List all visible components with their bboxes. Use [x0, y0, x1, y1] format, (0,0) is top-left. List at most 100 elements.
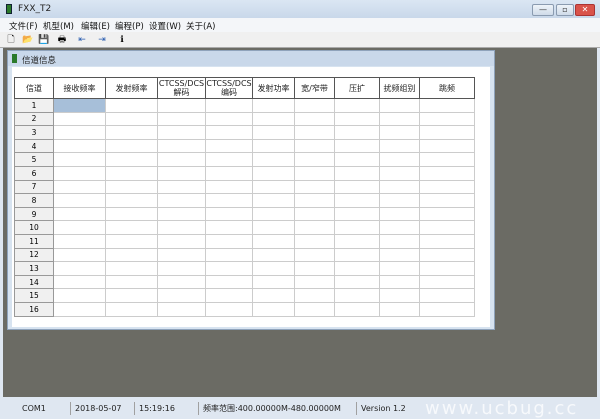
grid-cell[interactable] [205, 220, 253, 235]
grid-cell[interactable] [379, 261, 420, 276]
grid-cell[interactable] [294, 301, 335, 317]
grid-cell[interactable] [157, 220, 206, 235]
row-number[interactable]: 10 [14, 220, 54, 235]
grid-cell[interactable] [252, 138, 295, 154]
row-number[interactable]: 5 [14, 152, 54, 167]
grid-cell[interactable] [157, 233, 206, 249]
grid-cell[interactable] [157, 193, 206, 208]
grid-cell[interactable] [53, 111, 106, 127]
grid-cell[interactable] [379, 288, 420, 303]
minimize-button[interactable]: — [532, 4, 554, 16]
row-number[interactable]: 15 [14, 288, 54, 303]
grid-cell[interactable] [105, 274, 158, 290]
grid-cell[interactable] [379, 98, 420, 113]
grid-cell[interactable] [157, 301, 206, 317]
column-header[interactable]: 跳频 [419, 77, 475, 99]
grid-cell[interactable] [157, 274, 206, 290]
grid-cell[interactable] [419, 152, 475, 167]
grid-cell[interactable] [105, 165, 158, 181]
row-number[interactable]: 3 [14, 125, 54, 140]
row-number[interactable]: 12 [14, 247, 54, 263]
grid-cell[interactable] [379, 220, 420, 235]
grid-cell[interactable] [334, 288, 380, 303]
grid-cell[interactable] [294, 179, 335, 195]
grid-cell[interactable] [53, 301, 106, 317]
grid-cell[interactable] [252, 165, 295, 181]
grid-cell[interactable] [419, 165, 475, 181]
write-icon[interactable]: ⇥ [97, 35, 107, 45]
grid-cell[interactable] [205, 152, 253, 167]
grid-cell[interactable] [252, 261, 295, 276]
grid-cell[interactable] [53, 206, 106, 222]
grid-cell[interactable] [334, 274, 380, 290]
grid-cell[interactable] [252, 288, 295, 303]
grid-cell[interactable] [334, 98, 380, 113]
grid-cell[interactable] [205, 125, 253, 140]
grid-cell[interactable] [294, 274, 335, 290]
column-header[interactable]: 信道 [14, 77, 54, 99]
grid-cell[interactable] [205, 206, 253, 222]
grid-cell[interactable] [419, 301, 475, 317]
grid-cell[interactable] [105, 98, 158, 113]
grid-cell[interactable] [205, 301, 253, 317]
grid-cell[interactable] [105, 206, 158, 222]
menu-model[interactable]: 机型(M) [43, 20, 74, 32]
column-header[interactable]: 扰频组别 [379, 77, 420, 99]
grid-cell[interactable] [419, 193, 475, 208]
grid-cell[interactable] [53, 165, 106, 181]
grid-cell[interactable] [53, 125, 106, 140]
grid-cell[interactable] [294, 165, 335, 181]
grid-cell[interactable] [252, 247, 295, 263]
grid-cell[interactable] [53, 193, 106, 208]
grid-cell[interactable] [379, 111, 420, 127]
grid-cell[interactable] [205, 288, 253, 303]
grid-cell[interactable] [294, 111, 335, 127]
grid-cell[interactable] [53, 288, 106, 303]
open-icon[interactable]: 📂 [22, 35, 33, 45]
grid-cell[interactable] [53, 274, 106, 290]
row-number[interactable]: 1 [14, 98, 54, 113]
grid-cell[interactable] [419, 274, 475, 290]
grid-cell[interactable] [419, 138, 475, 154]
grid-cell[interactable] [53, 179, 106, 195]
grid-cell[interactable] [157, 111, 206, 127]
grid-cell[interactable] [205, 233, 253, 249]
column-header[interactable]: 压扩 [334, 77, 380, 99]
grid-cell[interactable] [294, 193, 335, 208]
grid-cell[interactable] [334, 152, 380, 167]
grid-cell[interactable] [205, 98, 253, 113]
grid-cell[interactable] [157, 165, 206, 181]
grid-cell[interactable] [419, 206, 475, 222]
grid-cell[interactable] [252, 193, 295, 208]
menu-edit[interactable]: 编辑(E) [81, 20, 110, 32]
grid-cell[interactable] [334, 111, 380, 127]
grid-cell[interactable] [294, 247, 335, 263]
grid-cell[interactable] [252, 220, 295, 235]
grid-cell[interactable] [379, 152, 420, 167]
grid-cell[interactable] [105, 138, 158, 154]
grid-cell[interactable] [419, 261, 475, 276]
column-header[interactable]: 宽/窄带 [294, 77, 335, 99]
grid-cell[interactable] [379, 233, 420, 249]
grid-cell[interactable] [205, 165, 253, 181]
grid-cell[interactable] [157, 138, 206, 154]
close-button[interactable]: ✕ [575, 4, 595, 16]
grid-cell[interactable] [379, 301, 420, 317]
grid-cell[interactable] [419, 111, 475, 127]
grid-cell[interactable] [105, 220, 158, 235]
grid-cell[interactable] [105, 152, 158, 167]
grid-cell[interactable] [419, 125, 475, 140]
grid-cell[interactable] [334, 220, 380, 235]
row-number[interactable]: 16 [14, 301, 54, 317]
grid-cell[interactable] [334, 261, 380, 276]
grid-cell[interactable] [53, 138, 106, 154]
grid-cell[interactable] [105, 233, 158, 249]
grid-cell[interactable] [334, 247, 380, 263]
grid-cell[interactable] [294, 233, 335, 249]
row-number[interactable]: 9 [14, 206, 54, 222]
grid-cell[interactable] [252, 98, 295, 113]
grid-cell[interactable] [334, 233, 380, 249]
grid-cell[interactable] [294, 220, 335, 235]
grid-cell[interactable] [252, 274, 295, 290]
grid-cell[interactable] [419, 233, 475, 249]
